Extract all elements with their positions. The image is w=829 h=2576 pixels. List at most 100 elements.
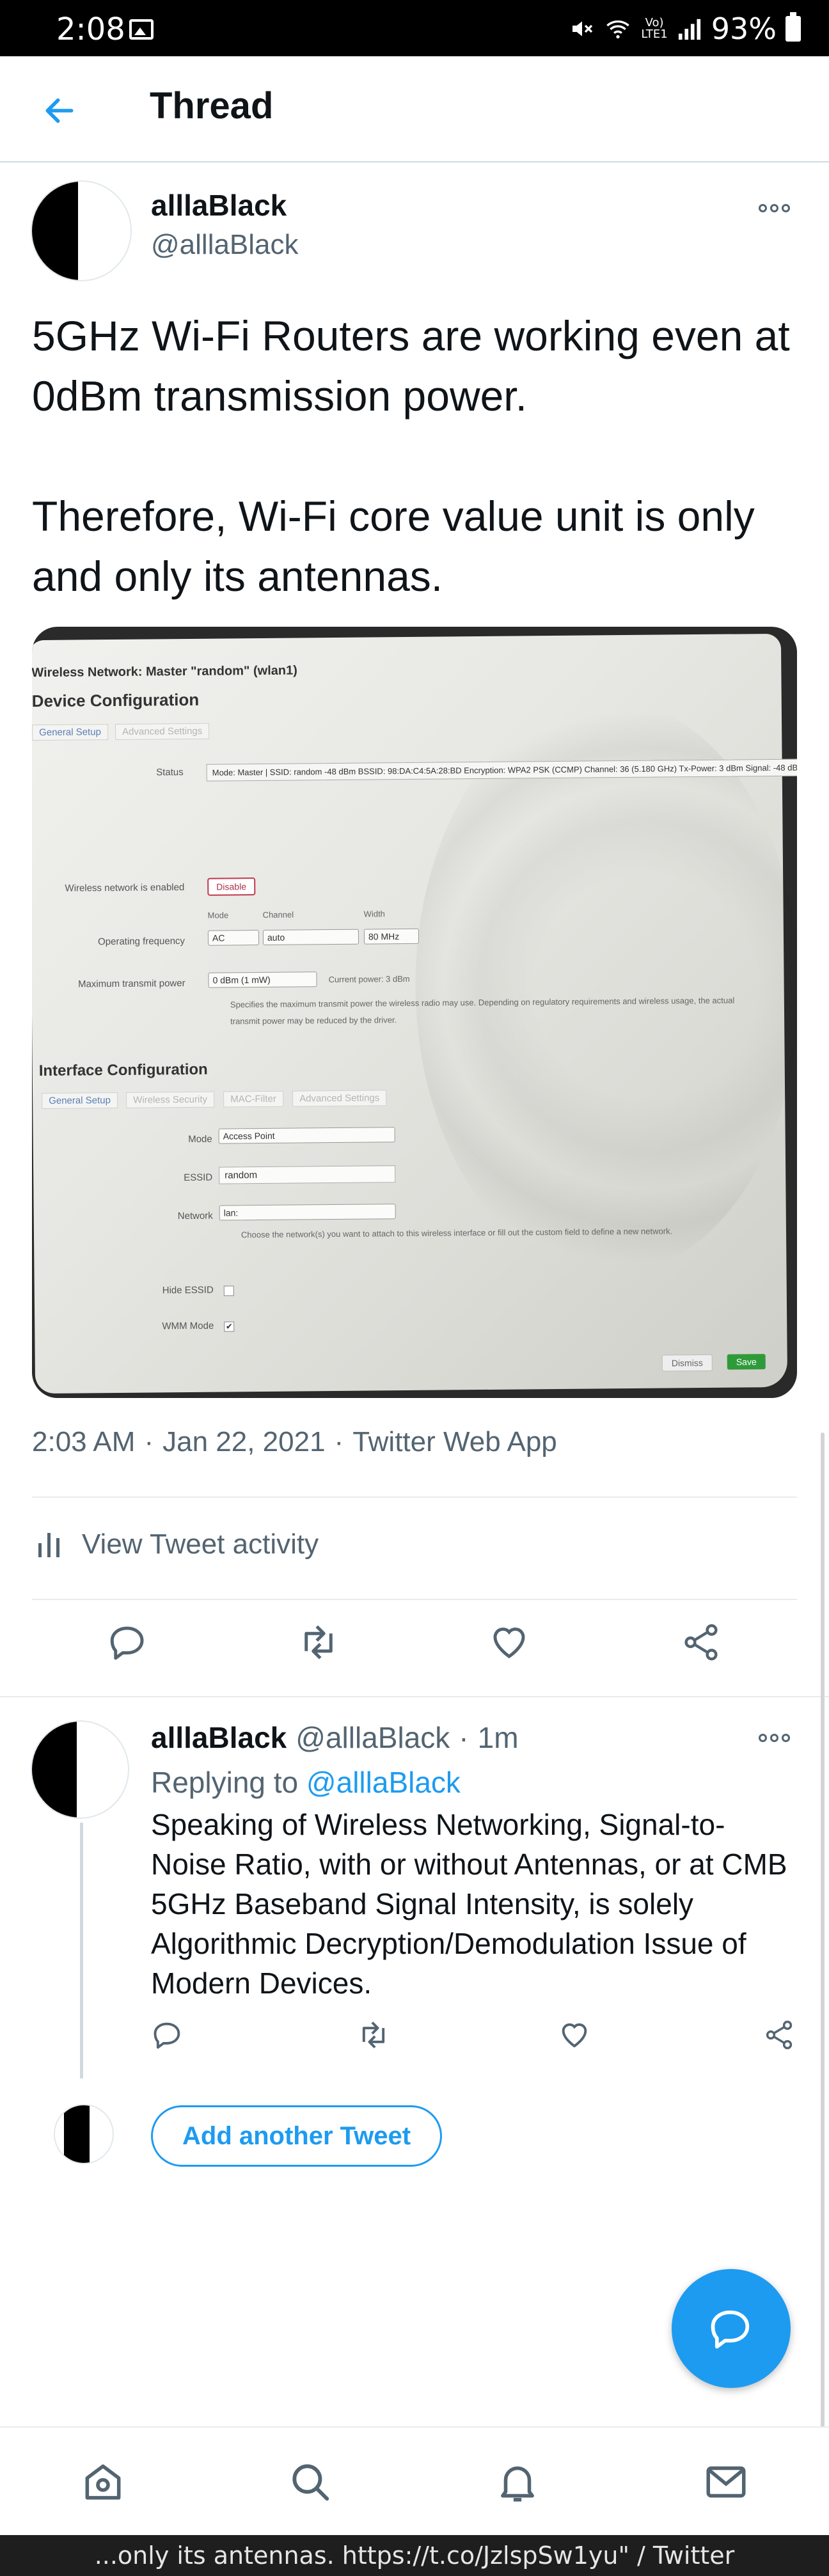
- bottom-navigation: [0, 2426, 829, 2535]
- tweet-actions: [0, 1617, 829, 1681]
- status-time: 2:08: [56, 12, 125, 47]
- divider: [32, 1496, 797, 1498]
- photo-save-button: Save: [727, 1354, 766, 1370]
- reply-author-name[interactable]: alllaBlack: [151, 1720, 287, 1755]
- photo-mode-select: AC: [207, 930, 260, 946]
- photo-network-field: lan:: [219, 1204, 396, 1221]
- photo-hide-checkbox: [223, 1285, 234, 1296]
- mute-icon: [572, 21, 593, 36]
- photo-disable-button: Disable: [207, 877, 256, 896]
- router-screenshot: Wireless Network: Master "random" (wlan1…: [32, 633, 797, 1394]
- tweet-photo[interactable]: Wireless Network: Master "random" (wlan1…: [32, 627, 797, 1398]
- photo-width-select: 80 MHz: [363, 928, 420, 945]
- photo-tab: Advanced Settings: [115, 723, 210, 740]
- recent-app-title: ...only its antennas. https://t.co/Jzlsp…: [0, 2535, 829, 2576]
- photo-tab: MAC-Filter: [223, 1090, 283, 1108]
- reply-author-avatar[interactable]: [31, 1720, 129, 1819]
- photo-tx-label: Maximum transmit power: [77, 978, 186, 990]
- photo-mode-col: Mode: [207, 910, 229, 920]
- reply-time: 1m: [477, 1721, 519, 1754]
- reply-share-button[interactable]: [759, 2014, 800, 2055]
- image-notification-icon: [129, 19, 154, 40]
- compose-reply-fab[interactable]: [672, 2269, 791, 2388]
- more-options-button[interactable]: [759, 198, 797, 217]
- back-button[interactable]: [37, 88, 82, 133]
- tweet-time: 2:03 AM: [32, 1426, 136, 1457]
- photo-essid-field: random: [219, 1165, 396, 1184]
- tweet-timestamp: 2:03 AM · Jan 22, 2021 · Twitter Web App: [32, 1426, 557, 1458]
- bar-chart-icon: [38, 1533, 59, 1557]
- nav-home[interactable]: [74, 2453, 132, 2511]
- nav-search[interactable]: [281, 2453, 339, 2511]
- search-icon: [292, 2464, 329, 2501]
- photo-channel-col: Channel: [262, 909, 294, 920]
- view-activity-label: View Tweet activity: [82, 1528, 319, 1560]
- more-horizontal-icon: [759, 203, 767, 212]
- photo-tab: Advanced Settings: [292, 1090, 387, 1107]
- nav-notifications[interactable]: [489, 2453, 546, 2511]
- share-icon: [766, 2020, 793, 2050]
- photo-tx-select: 0 dBm (1 mW): [208, 971, 317, 988]
- photo-width-col: Width: [363, 909, 385, 919]
- author-name[interactable]: alllaBlack: [151, 188, 287, 223]
- photo-network-label: Network: [177, 1210, 213, 1222]
- photo-wmm-label: WMM Mode: [162, 1320, 214, 1332]
- retweet-button[interactable]: [293, 1617, 344, 1668]
- photo-page-title: Wireless Network: Master "random" (wlan1…: [32, 663, 297, 680]
- reply-retweet-button[interactable]: [353, 2014, 394, 2055]
- battery-percent: 93%: [711, 12, 777, 46]
- photo-tab: Wireless Security: [126, 1091, 215, 1108]
- reply-more-options-button[interactable]: [759, 1728, 797, 1747]
- reply-icon: [110, 1626, 144, 1660]
- header: Thread: [0, 56, 829, 162]
- replying-to-link[interactable]: @alllaBlack: [306, 1766, 461, 1799]
- compose-reply-icon: [711, 2310, 750, 2349]
- reply-actions: [0, 2014, 829, 2066]
- page-title: Thread: [150, 85, 274, 127]
- retweet-icon: [362, 2022, 385, 2048]
- reply-author-handle[interactable]: @alllaBlack: [296, 1720, 450, 1755]
- divider: [32, 1599, 797, 1600]
- share-button[interactable]: [675, 1617, 727, 1668]
- replying-to: Replying to @alllaBlack: [151, 1766, 461, 1799]
- reply-icon: [154, 2022, 180, 2049]
- view-activity-link[interactable]: View Tweet activity: [37, 1528, 319, 1560]
- retweet-icon: [304, 1625, 333, 1660]
- reply-reply-button[interactable]: [147, 2014, 188, 2055]
- photo-mode-label: Mode: [188, 1133, 212, 1145]
- photo-enabled-label: Wireless network is enabled: [65, 882, 185, 894]
- scrollbar[interactable]: [821, 1433, 825, 2494]
- heart-icon: [562, 2023, 587, 2048]
- like-button[interactable]: [484, 1617, 535, 1668]
- author-handle[interactable]: @alllaBlack: [151, 229, 299, 261]
- arrow-left-icon: [45, 98, 74, 123]
- status-icons: Vo) LTE1 93%: [569, 12, 801, 46]
- author-avatar[interactable]: [31, 180, 132, 281]
- add-another-tweet-button[interactable]: Add another Tweet: [151, 2105, 443, 2167]
- signal-icon: [678, 19, 700, 40]
- photo-tab: General Setup: [42, 1092, 118, 1110]
- photo-dismiss-button: Dismiss: [661, 1354, 713, 1372]
- more-horizontal-icon: [759, 1733, 767, 1742]
- photo-mode-field: Access Point: [218, 1127, 395, 1144]
- divider: [0, 1696, 829, 1697]
- share-icon: [684, 1624, 718, 1661]
- reply-button[interactable]: [102, 1617, 154, 1668]
- nav-messages[interactable]: [697, 2453, 755, 2511]
- reply-text: Speaking of Wireless Networking, Signal-…: [151, 1808, 787, 2000]
- home-icon: [85, 2464, 121, 2500]
- mail-icon: [706, 2466, 746, 2498]
- tweet-date: Jan 22, 2021: [162, 1426, 326, 1457]
- bell-icon: [501, 2466, 534, 2502]
- photo-freq-label: Operating frequency: [98, 936, 186, 948]
- photo-status-label: Status: [156, 767, 184, 778]
- status-bar: 2:08 Vo) LTE1 93%: [0, 0, 829, 56]
- photo-wmm-checkbox: ✔: [224, 1321, 235, 1332]
- photo-current-power: Current power: 3 dBm: [328, 973, 410, 985]
- wifi-icon: [606, 20, 630, 39]
- reply-like-button[interactable]: [554, 2014, 595, 2055]
- tweet-source[interactable]: Twitter Web App: [352, 1426, 557, 1458]
- photo-tab: General Setup: [32, 724, 108, 741]
- composer-avatar: [54, 2104, 114, 2164]
- photo-iface-config: Interface Configuration: [38, 1060, 208, 1080]
